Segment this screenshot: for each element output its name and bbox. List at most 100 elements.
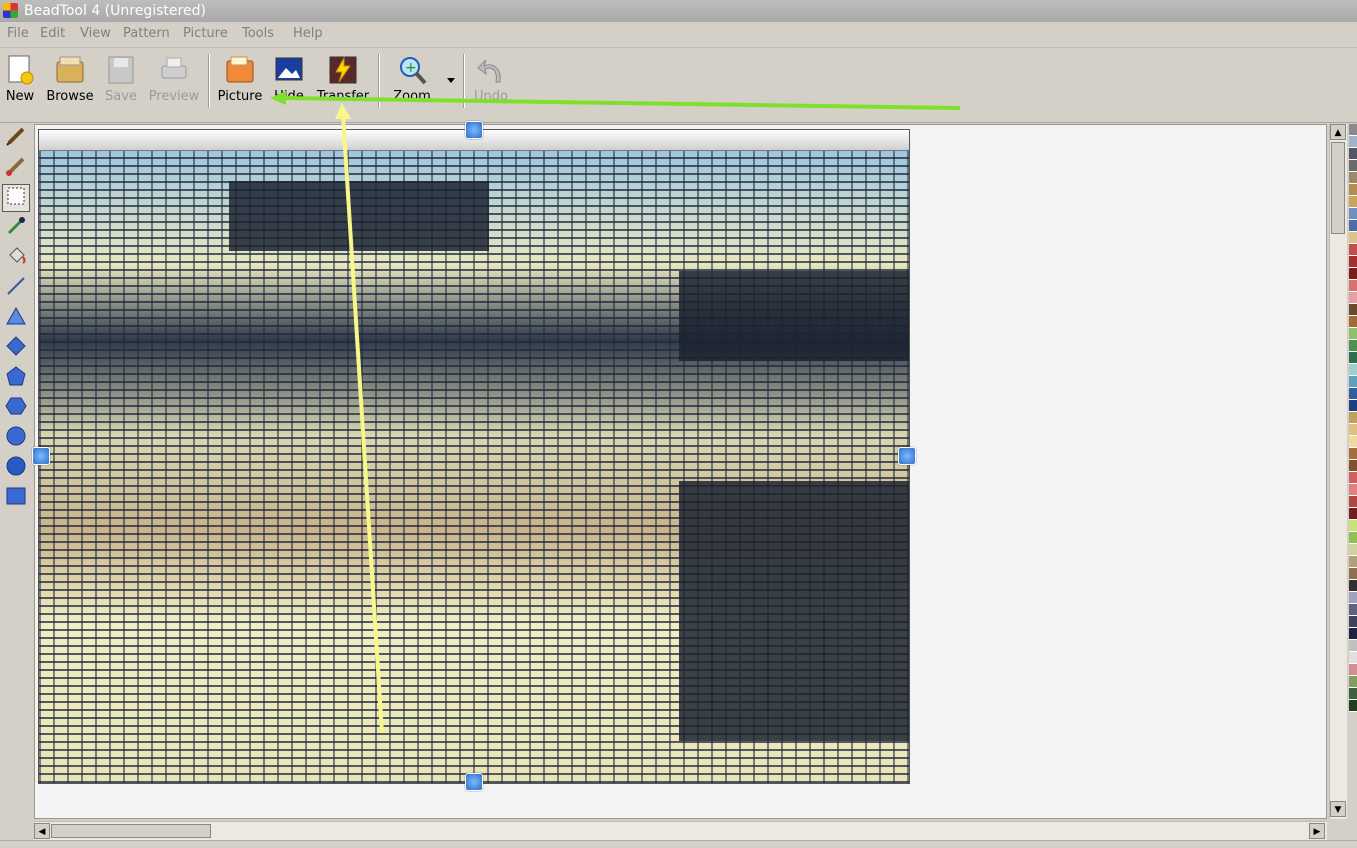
picture-button[interactable]: Picture: [216, 54, 264, 104]
pentagon-tool[interactable]: [2, 364, 30, 392]
color-swatch[interactable]: [1349, 208, 1357, 220]
menu-picture[interactable]: Picture: [183, 26, 228, 41]
color-swatch[interactable]: [1349, 388, 1357, 400]
new-button[interactable]: New: [4, 54, 36, 104]
zoom-button[interactable]: + Zoom: [390, 54, 434, 104]
hide-button[interactable]: Hide: [272, 54, 306, 104]
save-button[interactable]: Save: [104, 54, 138, 104]
line-tool[interactable]: [2, 274, 30, 302]
color-swatch[interactable]: [1349, 688, 1357, 700]
color-swatch[interactable]: [1349, 652, 1357, 664]
color-swatch[interactable]: [1349, 184, 1357, 196]
color-swatch[interactable]: [1349, 256, 1357, 268]
color-swatch[interactable]: [1349, 376, 1357, 388]
resize-handle-right[interactable]: [898, 447, 916, 465]
color-swatch[interactable]: [1349, 544, 1357, 556]
color-swatch[interactable]: [1349, 676, 1357, 688]
diamond-icon: [5, 335, 27, 361]
scroll-left-icon[interactable]: ◀: [34, 823, 50, 839]
rectangle-tool[interactable]: [2, 484, 30, 512]
color-swatch[interactable]: [1349, 172, 1357, 184]
pencil-icon: [5, 125, 27, 151]
window-title: BeadTool 4 (Unregistered): [24, 3, 206, 19]
color-swatch[interactable]: [1349, 484, 1357, 496]
color-swatch[interactable]: [1349, 400, 1357, 412]
undo-button[interactable]: Undo: [472, 54, 510, 104]
eyedropper-icon: [5, 215, 27, 241]
color-swatch[interactable]: [1349, 196, 1357, 208]
color-swatch[interactable]: [1349, 532, 1357, 544]
horizontal-scroll-thumb[interactable]: [51, 824, 211, 838]
color-swatch[interactable]: [1349, 580, 1357, 592]
color-swatch[interactable]: [1349, 424, 1357, 436]
color-swatch[interactable]: [1349, 364, 1357, 376]
color-swatch[interactable]: [1349, 700, 1357, 712]
resize-handle-bottom[interactable]: [465, 773, 483, 791]
color-swatch[interactable]: [1349, 640, 1357, 652]
pattern-region: [679, 481, 909, 741]
menu-file[interactable]: File: [7, 26, 29, 41]
color-swatch[interactable]: [1349, 664, 1357, 676]
triangle-tool[interactable]: [2, 304, 30, 332]
color-swatch[interactable]: [1349, 412, 1357, 424]
hexagon-tool[interactable]: [2, 394, 30, 422]
line-icon: [5, 275, 27, 301]
resize-handle-left[interactable]: [32, 447, 50, 465]
toolbar-separator: [463, 54, 464, 108]
menu-view[interactable]: View: [80, 26, 111, 41]
color-swatch[interactable]: [1349, 496, 1357, 508]
resize-handle-top[interactable]: [465, 121, 483, 139]
color-swatch[interactable]: [1349, 448, 1357, 460]
color-swatch[interactable]: [1349, 232, 1357, 244]
color-swatch[interactable]: [1349, 124, 1357, 136]
circle-tool[interactable]: [2, 424, 30, 452]
color-swatch[interactable]: [1349, 148, 1357, 160]
transfer-button[interactable]: Transfer: [315, 54, 371, 104]
color-swatch[interactable]: [1349, 352, 1357, 364]
color-swatch[interactable]: [1349, 340, 1357, 352]
color-swatch[interactable]: [1349, 472, 1357, 484]
zoom-dropdown-icon[interactable]: [445, 74, 457, 86]
color-swatch[interactable]: [1349, 508, 1357, 520]
bead-pattern-canvas[interactable]: [38, 129, 910, 784]
color-swatch[interactable]: [1349, 220, 1357, 232]
color-swatch[interactable]: [1349, 292, 1357, 304]
vertical-scrollbar[interactable]: ▲ ▼: [1329, 124, 1347, 819]
vertical-scroll-thumb[interactable]: [1331, 142, 1345, 234]
color-swatch[interactable]: [1349, 628, 1357, 640]
color-swatch[interactable]: [1349, 316, 1357, 328]
horizontal-scrollbar[interactable]: ◀ ▶: [34, 821, 1327, 840]
scroll-down-icon[interactable]: ▼: [1330, 801, 1346, 817]
color-swatch[interactable]: [1349, 160, 1357, 172]
fill-bucket-tool[interactable]: [2, 244, 30, 272]
color-swatch[interactable]: [1349, 556, 1357, 568]
color-swatch[interactable]: [1349, 244, 1357, 256]
color-swatch[interactable]: [1349, 328, 1357, 340]
preview-button[interactable]: Preview: [148, 54, 200, 104]
color-swatch[interactable]: [1349, 304, 1357, 316]
color-swatch[interactable]: [1349, 592, 1357, 604]
color-swatch[interactable]: [1349, 280, 1357, 292]
ellipse-tool[interactable]: [2, 454, 30, 482]
color-swatch[interactable]: [1349, 604, 1357, 616]
color-swatch[interactable]: [1349, 268, 1357, 280]
color-swatch[interactable]: [1349, 136, 1357, 148]
menu-tools[interactable]: Tools: [242, 26, 274, 41]
menu-help[interactable]: Help: [293, 26, 323, 41]
color-swatch[interactable]: [1349, 568, 1357, 580]
bead-pattern-grid[interactable]: [39, 151, 909, 783]
pencil-tool[interactable]: [2, 124, 30, 152]
brush-tool[interactable]: [2, 154, 30, 182]
color-swatch[interactable]: [1349, 616, 1357, 628]
color-swatch[interactable]: [1349, 460, 1357, 472]
color-swatch[interactable]: [1349, 436, 1357, 448]
color-swatch[interactable]: [1349, 520, 1357, 532]
menu-edit[interactable]: Edit: [40, 26, 65, 41]
scroll-right-icon[interactable]: ▶: [1309, 823, 1325, 839]
scroll-up-icon[interactable]: ▲: [1330, 124, 1346, 140]
menu-pattern[interactable]: Pattern: [123, 26, 170, 41]
diamond-tool[interactable]: [2, 334, 30, 362]
browse-button[interactable]: Browse: [46, 54, 94, 104]
eyedropper-tool[interactable]: [2, 214, 30, 242]
select-rectangle-tool[interactable]: [2, 184, 30, 212]
